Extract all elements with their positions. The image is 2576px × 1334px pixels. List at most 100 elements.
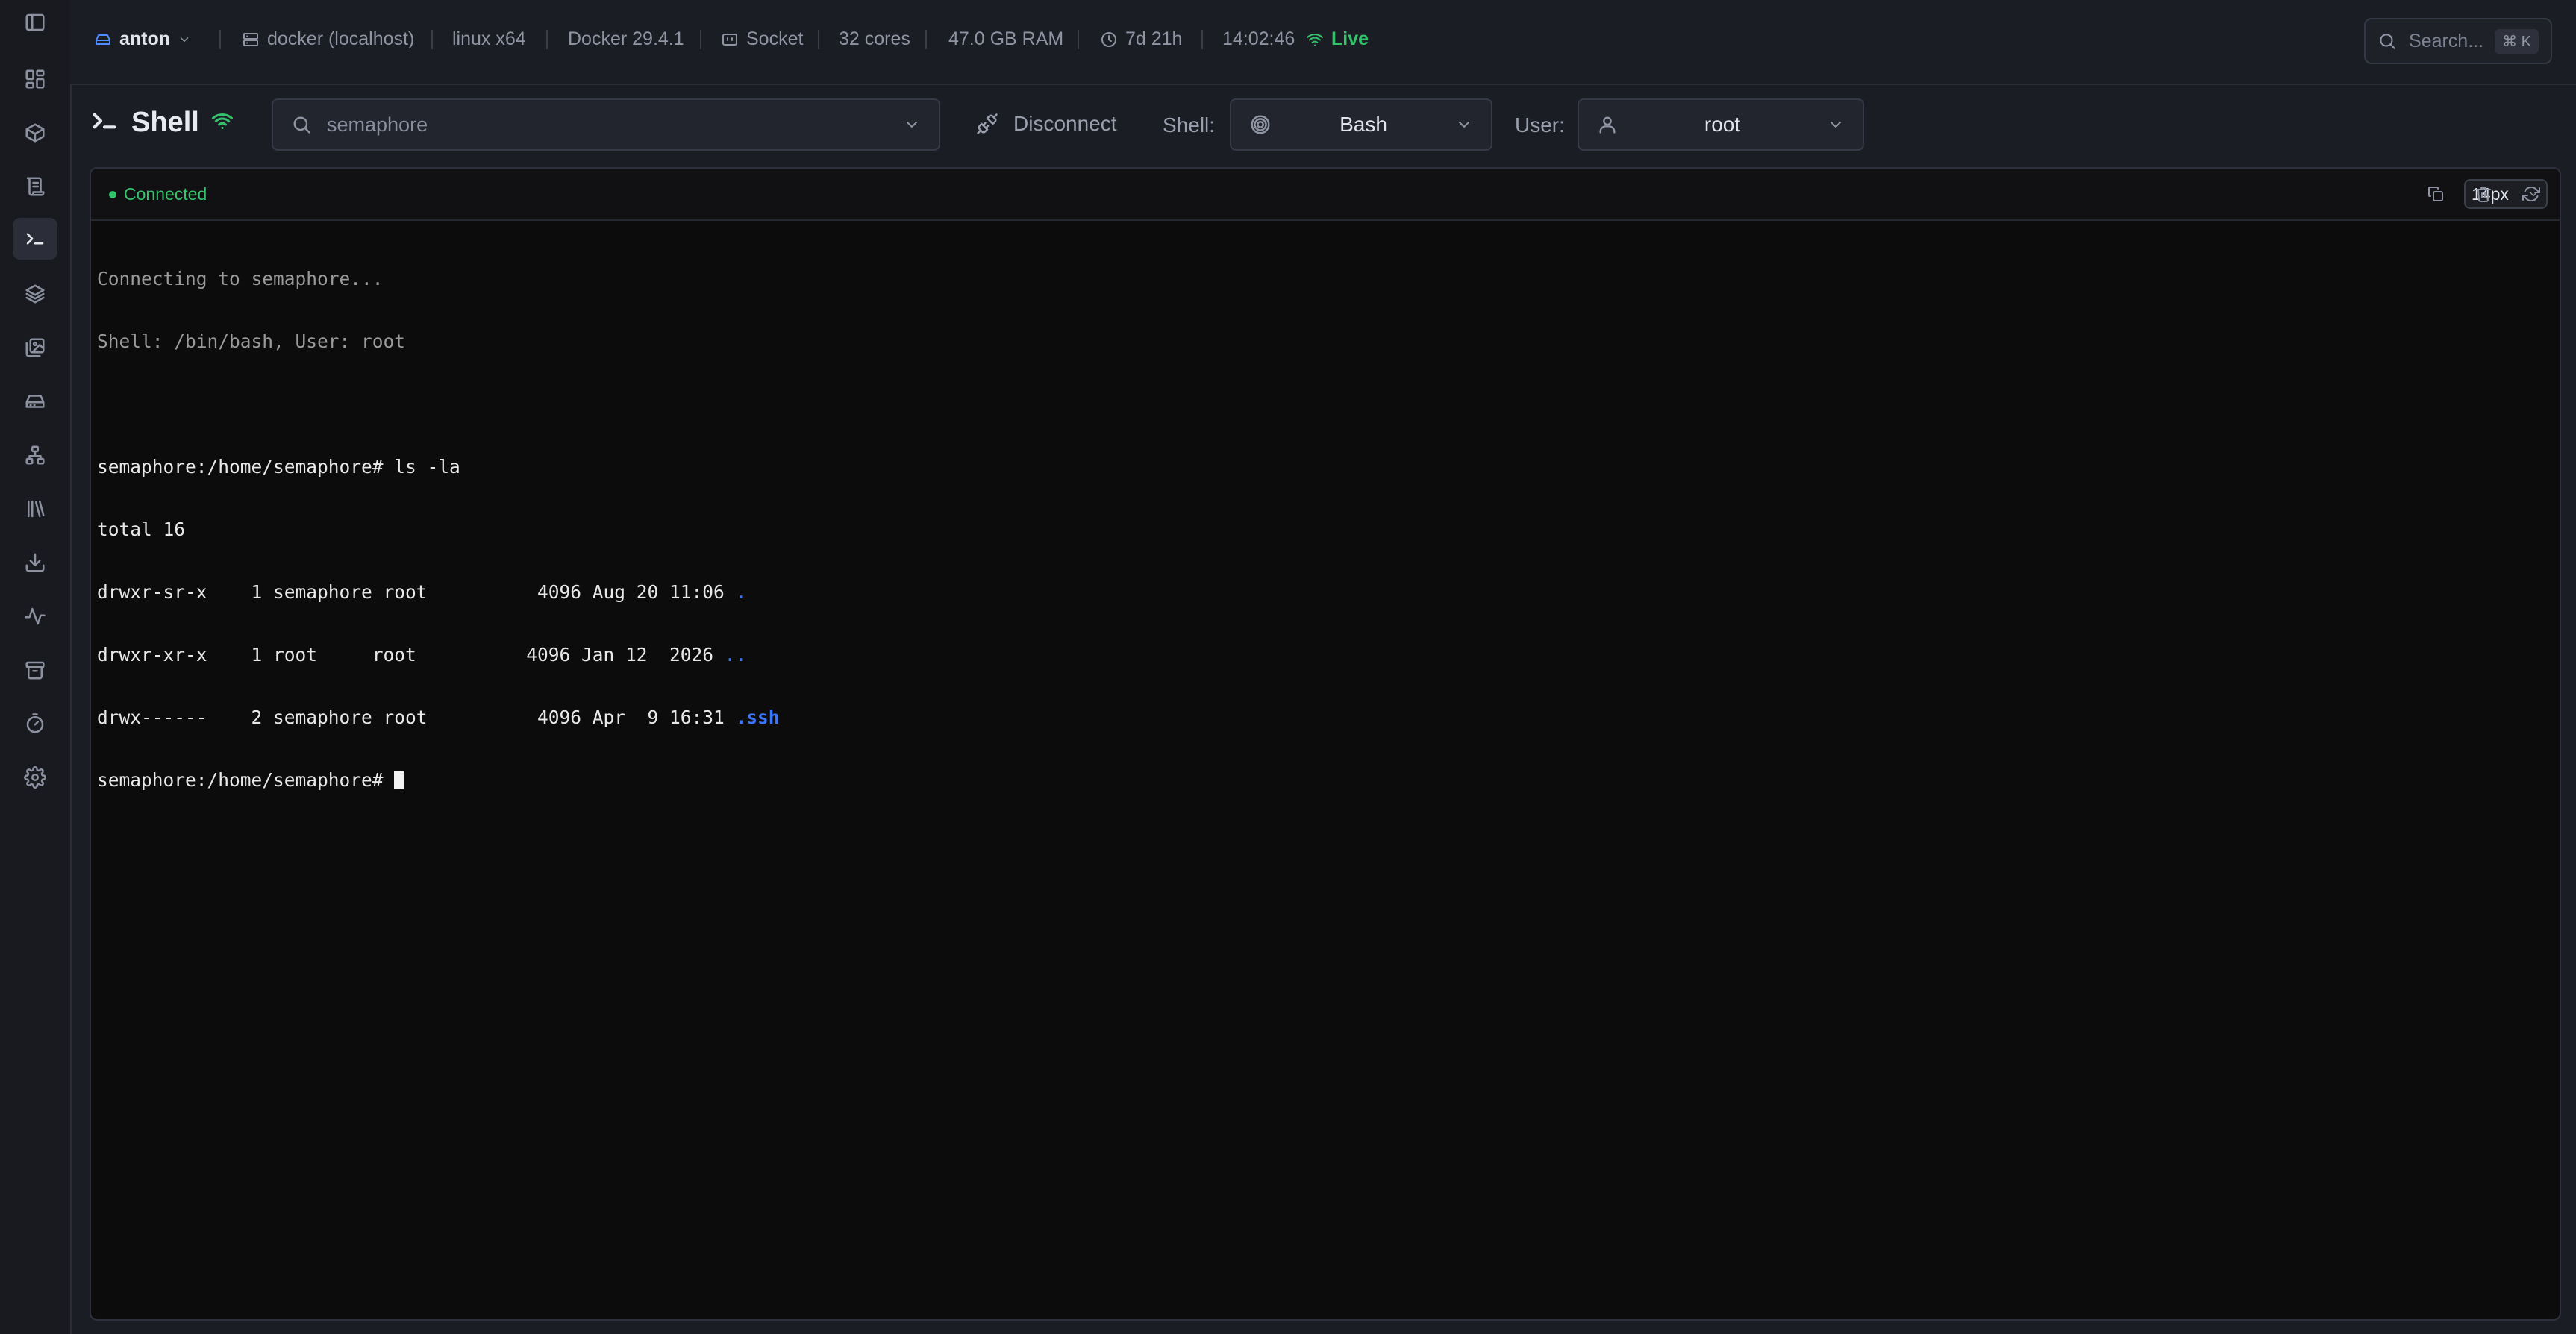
divider [546, 30, 548, 49]
dir-name: . [735, 581, 747, 603]
sidebar-item-settings[interactable] [13, 757, 57, 798]
chevron-down-icon [180, 37, 189, 42]
sidebar-item-logs[interactable] [13, 166, 57, 207]
docker-version: Docker 29.4.1 [568, 28, 684, 49]
chevron-down-icon [1459, 122, 1469, 128]
platform-info: linux x64 [452, 28, 526, 49]
library-icon [28, 500, 45, 518]
shell-select[interactable]: Bash [1230, 98, 1492, 151]
search-icon [293, 116, 310, 134]
dashboard-icon [25, 69, 45, 89]
terminal-icon [90, 106, 119, 140]
terminal-line: semaphore:/home/semaphore# ls -la [97, 456, 460, 477]
trash-icon [2476, 187, 2491, 202]
status-bar: anton docker (localhost) linux x64 Docke… [70, 0, 2576, 85]
sidebar-item-activity[interactable] [13, 595, 57, 637]
sidebar-item-archive[interactable] [13, 649, 57, 691]
chevron-down-icon [1831, 122, 1841, 128]
sidebar-item-library[interactable] [13, 488, 57, 530]
terminal-output[interactable]: Connecting to semaphore... Shell: /bin/b… [97, 227, 2554, 1313]
connection-info: Socket [721, 28, 803, 50]
panel-toggle-icon [25, 13, 45, 31]
drive-icon [96, 34, 110, 45]
sidebar-toggle-button[interactable] [13, 1, 57, 43]
global-search[interactable]: Search... ⌘ K [2364, 18, 2552, 64]
timer-icon [26, 713, 44, 733]
sidebar-item-dashboard[interactable] [13, 58, 57, 100]
wifi-icon [1307, 33, 1323, 46]
user-select[interactable]: root [1578, 98, 1864, 151]
unplug-icon [977, 113, 998, 134]
download-icon [25, 553, 45, 572]
refresh-icon [2522, 186, 2540, 202]
settings-icon [24, 766, 46, 789]
container-box-icon [25, 123, 45, 143]
terminal-line: total 16 [97, 519, 186, 540]
terminal-line: drwxr-sr-x 1 semaphore root 4096 Aug 20 … [97, 581, 747, 603]
search-icon [2380, 34, 2395, 49]
dir-name: .ssh [735, 707, 780, 728]
cpu-cores: 32 cores [839, 28, 910, 49]
layers-icon [25, 284, 45, 304]
ram-info: 47.0 GB RAM [948, 28, 1064, 49]
copy-button[interactable] [2424, 182, 2448, 206]
terminal-line: drwxr-xr-x 1 root root 4096 Jan 12 2026 … [97, 644, 747, 666]
shell-toolbar: Shell semaphore Disconnect Shell: Bash U… [70, 84, 2576, 164]
clock-icon [1101, 31, 1116, 47]
sidebar [0, 0, 72, 1334]
images-icon [25, 338, 45, 357]
search-placeholder: Search... [2409, 30, 2484, 51]
sidebar-item-scheduler[interactable] [13, 703, 57, 745]
divider [700, 30, 701, 49]
terminal-line: drwx------ 2 semaphore root 4096 Apr 9 1… [97, 707, 780, 728]
connection-status: Connected [109, 184, 207, 204]
disconnect-button[interactable]: Disconnect [976, 112, 1117, 136]
sidebar-item-networks[interactable] [13, 434, 57, 476]
divider [431, 30, 433, 49]
uptime-info: 7d 21h [1100, 28, 1182, 50]
activity-icon [25, 607, 46, 625]
divider [818, 30, 819, 49]
clear-button[interactable] [2472, 182, 2495, 206]
sidebar-item-downloads[interactable] [13, 542, 57, 583]
sidebar-item-containers[interactable] [13, 112, 57, 154]
clock-time: 14:02:46 [1222, 28, 1295, 49]
container-select[interactable]: semaphore [272, 98, 940, 151]
terminal-prompt-line: semaphore:/home/semaphore# [97, 770, 2554, 791]
sidebar-item-stacks[interactable] [13, 273, 57, 315]
divider [219, 30, 221, 49]
terminal-cursor [394, 771, 404, 789]
copy-icon [2428, 187, 2443, 201]
terminal-icon [26, 233, 44, 245]
reconnect-button[interactable] [2519, 182, 2543, 206]
user-switcher[interactable]: anton [94, 28, 191, 50]
user-icon [1599, 116, 1616, 134]
drive-icon [25, 395, 45, 408]
divider [1078, 30, 1079, 49]
live-indicator: Live [1306, 28, 1369, 50]
terminal-panel: Connected 14px Connecting to semaphore..… [90, 167, 2561, 1321]
dir-name: .. [724, 644, 747, 666]
server-icon [243, 32, 258, 46]
network-icon [25, 445, 45, 465]
terminal-line: Connecting to semaphore... [97, 268, 384, 289]
chevron-down-icon [907, 122, 917, 128]
user-name: anton [119, 28, 171, 49]
wifi-icon [211, 110, 234, 136]
user-select-value: root [1704, 113, 1741, 136]
socket-icon [722, 33, 737, 46]
page-title: Shell [90, 106, 234, 140]
scroll-logs-icon [26, 177, 45, 196]
divider [925, 30, 927, 49]
terminal-line: Shell: /bin/bash, User: root [97, 331, 406, 352]
user-label: User: [1515, 113, 1565, 137]
connection-status-text: Connected [124, 184, 207, 204]
container-select-value: semaphore [327, 113, 428, 136]
page-title-text: Shell [131, 107, 199, 138]
divider [1201, 30, 1203, 49]
sidebar-item-shell[interactable] [13, 218, 57, 260]
sidebar-item-images[interactable] [13, 327, 57, 369]
disconnect-label: Disconnect [1013, 112, 1117, 135]
sidebar-item-volumes[interactable] [13, 381, 57, 422]
